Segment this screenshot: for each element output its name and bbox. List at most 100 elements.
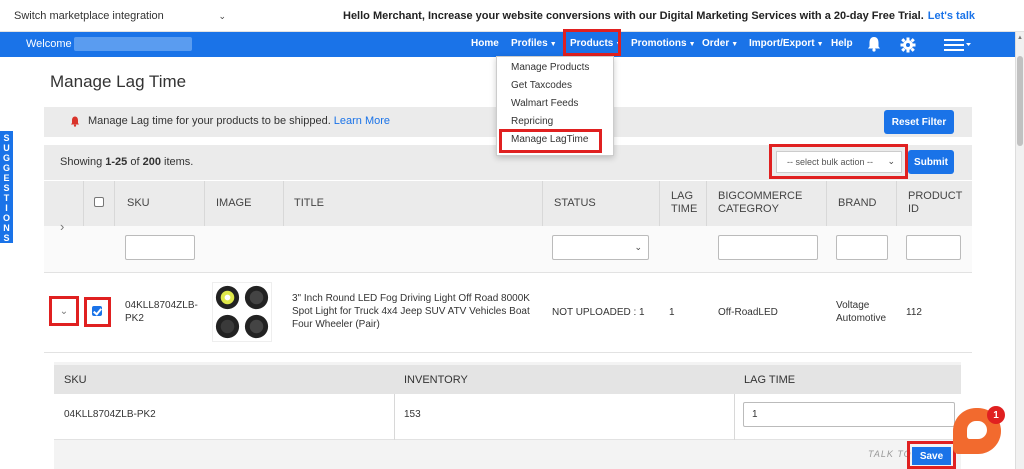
row-title-line-3: Four Wheeler (Pair) [292, 319, 380, 330]
page-scrollbar[interactable]: ▲ [1015, 32, 1024, 469]
marketplace-select[interactable]: Switch marketplace integration ⌄ [14, 7, 226, 25]
welcome-text: Welcome [26, 38, 72, 50]
lag-time-input[interactable]: 1 [743, 402, 955, 427]
lag-time-header-line-1: LAG [671, 190, 694, 202]
row-sku-line-2: PK2 [125, 313, 144, 324]
table-header [44, 181, 972, 226]
product-id-filter-input[interactable] [906, 235, 961, 260]
hamburger-menu-icon[interactable] [944, 37, 972, 53]
nav-order[interactable]: Order ▼ [702, 38, 738, 49]
status-filter-select[interactable]: ⌄ [552, 235, 649, 260]
promo-text: Hello Merchant, Increase your website co… [343, 10, 924, 22]
nav-promotions-label: Promotions [631, 38, 687, 49]
row-brand-line-2: Automotive [836, 313, 887, 324]
column-header-lag-time[interactable]: LAG TIME [671, 190, 697, 216]
chevron-down-icon: ⌄ [218, 10, 226, 21]
menu-item-walmart-feeds[interactable]: Walmart Feeds [511, 98, 578, 109]
variant-inventory: 153 [404, 409, 421, 420]
row-product-id: 112 [906, 307, 922, 318]
column-header-title[interactable]: TITLE [294, 197, 324, 210]
caret-down-icon: ▼ [688, 41, 696, 48]
username-redacted [74, 37, 192, 51]
chat-icon [967, 421, 987, 439]
marketplace-select-label: Switch marketplace integration [14, 10, 164, 22]
column-header-status[interactable]: STATUS [554, 197, 596, 210]
info-text: Manage Lag time for your products to be … [88, 115, 331, 127]
lag-time-header-line-2: TIME [671, 203, 698, 215]
menu-item-repricing[interactable]: Repricing [511, 116, 553, 127]
variant-header-inventory: INVENTORY [404, 374, 468, 386]
variant-table-header [54, 365, 961, 394]
products-highlight [563, 29, 621, 56]
caret-down-icon: ▼ [816, 41, 824, 48]
brand-filter-input[interactable] [836, 235, 888, 260]
menu-item-get-taxcodes[interactable]: Get Taxcodes [511, 80, 572, 91]
category-filter-input[interactable] [718, 235, 818, 260]
scroll-up-arrow-icon[interactable]: ▲ [1017, 35, 1023, 41]
nav-help[interactable]: Help [831, 38, 853, 49]
caret-down-icon: ▼ [549, 41, 557, 48]
row-brand: Voltage Automotive [836, 299, 886, 325]
suggestions-tab[interactable]: SUGGESTIONS [0, 131, 13, 243]
showing-prefix: Showing [60, 156, 103, 168]
talk-to-label: TALK TO [868, 449, 912, 459]
chevron-down-icon: ⌄ [634, 242, 642, 252]
nav-import-export[interactable]: Import/Export ▼ [749, 38, 824, 49]
chevron-right-icon[interactable]: › [60, 219, 64, 234]
bell-alert-icon [71, 116, 79, 127]
learn-more-link[interactable]: Learn More [334, 115, 390, 127]
nav-promotions[interactable]: Promotions ▼ [631, 38, 696, 49]
bulk-action-highlight [769, 144, 908, 179]
promo-bar: Switch marketplace integration ⌄ Hello M… [0, 0, 1024, 32]
row-status: NOT UPLOADED : 1 [552, 307, 645, 318]
product-image[interactable] [212, 282, 272, 342]
select-all-checkbox[interactable] [94, 197, 104, 207]
showing-total: 200 [142, 156, 161, 168]
row-category: Off-RoadLED [718, 307, 778, 318]
category-header-line-2: CATEGROY [718, 203, 779, 215]
row-sku-line-1: 04KLL8704ZLB- [125, 300, 198, 311]
row-brand-line-1: Voltage [836, 300, 870, 311]
main-navbar: Welcome Home Profiles ▼ Products ▼ Promoti… [0, 32, 1015, 57]
row-checkbox[interactable] [92, 306, 102, 316]
promo-message: Hello Merchant, Increase your website co… [343, 10, 975, 22]
info-message: Manage Lag time for your products to be … [88, 115, 390, 127]
variant-sku: 04KLL8704ZLB-PK2 [64, 409, 156, 420]
manage-lagtime-highlight [499, 129, 602, 153]
column-header-product-id[interactable]: PRODUCT ID [908, 190, 962, 216]
column-divider [734, 394, 735, 440]
column-header-category[interactable]: BIGCOMMERCE CATEGROY [718, 190, 802, 216]
column-header-image: IMAGE [216, 197, 252, 209]
save-highlight [907, 441, 956, 469]
column-header-brand[interactable]: BRAND [838, 197, 877, 210]
page-title: Manage Lag Time [50, 72, 187, 91]
chat-notification-badge: 1 [987, 406, 1005, 424]
nav-order-label: Order [702, 38, 730, 49]
reset-filter-button[interactable]: Reset Filter [884, 110, 954, 134]
gear-icon[interactable] [900, 37, 916, 53]
nav-home[interactable]: Home [471, 38, 499, 49]
submit-button[interactable]: Submit [908, 150, 954, 174]
column-header-sku[interactable]: SKU [127, 197, 150, 210]
caret-down-icon: ▼ [731, 41, 739, 48]
row-title-line-2: Spot Light for Truck 4x4 Jeep SUV ATV Ve… [292, 306, 530, 317]
bell-icon[interactable] [867, 36, 881, 52]
chevron-down-icon: ⌄ [59, 305, 69, 317]
collapse-row-button[interactable]: ⌄ [49, 296, 79, 326]
showing-suffix: items. [164, 156, 194, 168]
column-divider [394, 394, 395, 440]
item-count-summary: Showing 1-25 of 200 items. [60, 156, 193, 168]
row-sku: 04KLL8704ZLB- PK2 [125, 299, 198, 325]
sku-filter-input[interactable] [125, 235, 195, 260]
variant-header-sku: SKU [64, 374, 87, 386]
row-title-line-1: 3" Inch Round LED Fog Driving Light Off … [292, 293, 530, 304]
showing-of: of [130, 156, 140, 168]
scroll-thumb[interactable] [1017, 56, 1023, 146]
lets-talk-link[interactable]: Let's talk [928, 10, 975, 22]
showing-range: 1-25 [105, 156, 128, 168]
row-title: 3" Inch Round LED Fog Driving Light Off … [292, 292, 530, 331]
nav-profiles[interactable]: Profiles ▼ [511, 38, 557, 49]
menu-item-manage-products[interactable]: Manage Products [511, 62, 589, 73]
suggestions-label: SUGGESTIONS [2, 133, 10, 243]
row-lag-time: 1 [669, 307, 675, 318]
